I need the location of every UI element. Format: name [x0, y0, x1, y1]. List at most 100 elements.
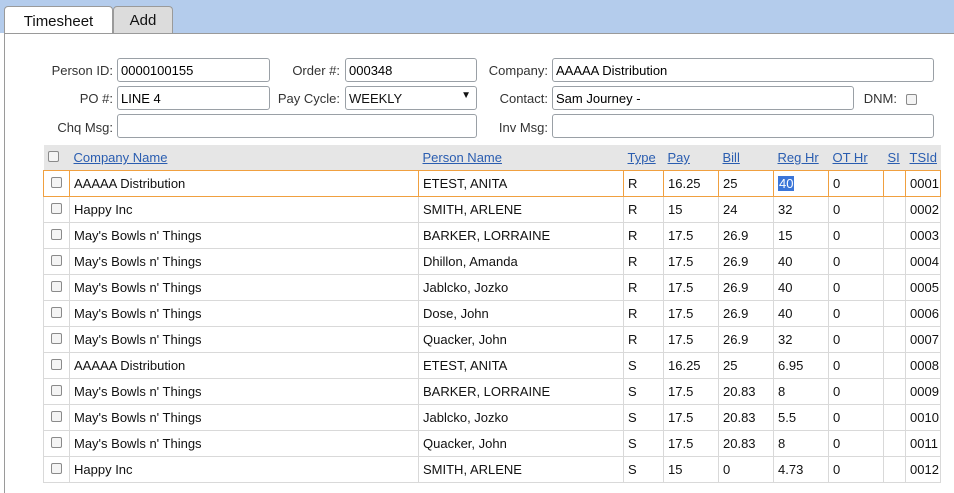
type-cell[interactable]: R — [623, 170, 664, 197]
company-cell[interactable]: AAAAA Distribution — [69, 352, 419, 379]
person-cell[interactable]: SMITH, ARLENE — [418, 456, 624, 483]
tab-timesheet[interactable]: Timesheet — [4, 6, 113, 35]
reg-hr-cell[interactable]: 6.95 — [773, 352, 829, 379]
bill-cell[interactable]: 26.9 — [718, 300, 774, 327]
pay-cell[interactable]: 17.5 — [663, 274, 719, 301]
company-field[interactable] — [552, 58, 934, 82]
reg-hr-cell[interactable]: 5.5 — [773, 404, 829, 431]
inv-msg-field[interactable] — [552, 114, 934, 138]
bill-cell[interactable]: 20.83 — [718, 404, 774, 431]
table-row[interactable]: May's Bowls n' Things Jablcko, Jozko S 17.5… — [43, 404, 941, 431]
type-cell[interactable]: S — [623, 404, 664, 431]
dnm-checkbox[interactable] — [906, 94, 917, 105]
person-cell[interactable]: ETEST, ANITA — [418, 352, 624, 379]
pay-cell[interactable]: 17.5 — [663, 222, 719, 249]
row-checkbox[interactable] — [51, 463, 62, 474]
bill-cell[interactable]: 26.9 — [718, 326, 774, 353]
tsid-cell[interactable]: 0011 — [905, 430, 941, 457]
row-checkbox[interactable] — [51, 307, 62, 318]
row-checkbox[interactable] — [51, 203, 62, 214]
si-cell[interactable] — [883, 404, 906, 431]
tsid-cell[interactable]: 0006 — [905, 300, 941, 327]
si-cell[interactable] — [883, 274, 906, 301]
ot-hr-cell[interactable]: 0 — [828, 326, 884, 353]
bill-cell[interactable]: 26.9 — [718, 222, 774, 249]
person-cell[interactable]: Dose, John — [418, 300, 624, 327]
person-cell[interactable]: ETEST, ANITA — [418, 170, 624, 197]
table-row[interactable]: May's Bowls n' Things Dhillon, Amanda R 17.… — [43, 248, 941, 275]
person-cell[interactable]: SMITH, ARLENE — [418, 196, 624, 223]
table-row[interactable]: Happy Inc SMITH, ARLENE R 15 24 32 0 0002 — [43, 196, 941, 223]
type-cell[interactable]: R — [623, 222, 664, 249]
col-header-tsid[interactable]: TSId — [905, 145, 941, 171]
si-cell[interactable] — [883, 430, 906, 457]
si-cell[interactable] — [883, 222, 906, 249]
pay-cell[interactable]: 17.5 — [663, 300, 719, 327]
bill-cell[interactable]: 26.9 — [718, 274, 774, 301]
ot-hr-cell[interactable]: 0 — [828, 404, 884, 431]
person-cell[interactable]: BARKER, LORRAINE — [418, 222, 624, 249]
ot-hr-cell[interactable]: 0 — [828, 170, 884, 197]
table-row[interactable]: May's Bowls n' Things Jablcko, Jozko R 17.5… — [43, 274, 941, 301]
pay-cell[interactable]: 17.5 — [663, 378, 719, 405]
company-cell[interactable]: AAAAA Distribution — [69, 170, 419, 197]
type-cell[interactable]: R — [623, 196, 664, 223]
tsid-cell[interactable]: 0009 — [905, 378, 941, 405]
bill-cell[interactable]: 25 — [718, 352, 774, 379]
pay-cell[interactable]: 17.5 — [663, 404, 719, 431]
col-header-si[interactable]: SI — [883, 145, 906, 171]
pay-cell[interactable]: 17.5 — [663, 326, 719, 353]
tsid-cell[interactable]: 0004 — [905, 248, 941, 275]
table-row[interactable]: AAAAA Distribution ETEST, ANITA S 16.25 25 6.… — [43, 352, 941, 379]
person-id-field[interactable] — [117, 58, 270, 82]
type-cell[interactable]: R — [623, 300, 664, 327]
type-cell[interactable]: R — [623, 274, 664, 301]
type-cell[interactable]: R — [623, 326, 664, 353]
table-row[interactable]: AAAAA Distribution ETEST, ANITA R 16.25 25 40… — [43, 170, 941, 197]
pay-cycle-select[interactable]: WEEKLY ▼ — [345, 86, 477, 110]
col-header-pay[interactable]: Pay — [663, 145, 719, 171]
si-cell[interactable] — [883, 170, 906, 197]
pay-cell[interactable]: 15 — [663, 456, 719, 483]
si-cell[interactable] — [883, 352, 906, 379]
si-cell[interactable] — [883, 378, 906, 405]
si-cell[interactable] — [883, 456, 906, 483]
company-cell[interactable]: May's Bowls n' Things — [69, 248, 419, 275]
ot-hr-cell[interactable]: 0 — [828, 430, 884, 457]
reg-hr-cell[interactable]: 8 — [773, 430, 829, 457]
pay-cell[interactable]: 17.5 — [663, 248, 719, 275]
reg-hr-cell[interactable]: 40 — [773, 248, 829, 275]
person-cell[interactable]: Quacker, John — [418, 326, 624, 353]
ot-hr-cell[interactable]: 0 — [828, 274, 884, 301]
chq-msg-field[interactable] — [117, 114, 477, 138]
company-cell[interactable]: May's Bowls n' Things — [69, 404, 419, 431]
company-cell[interactable]: May's Bowls n' Things — [69, 300, 419, 327]
company-cell[interactable]: Happy Inc — [69, 456, 419, 483]
ot-hr-cell[interactable]: 0 — [828, 196, 884, 223]
tsid-cell[interactable]: 0012 — [905, 456, 941, 483]
reg-hr-cell[interactable]: 40 — [773, 300, 829, 327]
col-header-bill[interactable]: Bill — [718, 145, 774, 171]
pay-cell[interactable]: 17.5 — [663, 430, 719, 457]
row-checkbox[interactable] — [51, 255, 62, 266]
po-field[interactable] — [117, 86, 270, 110]
company-cell[interactable]: May's Bowls n' Things — [69, 274, 419, 301]
bill-cell[interactable]: 0 — [718, 456, 774, 483]
ot-hr-cell[interactable]: 0 — [828, 378, 884, 405]
pay-cell[interactable]: 16.25 — [663, 352, 719, 379]
person-cell[interactable]: Dhillon, Amanda — [418, 248, 624, 275]
si-cell[interactable] — [883, 326, 906, 353]
type-cell[interactable]: S — [623, 378, 664, 405]
ot-hr-cell[interactable]: 0 — [828, 300, 884, 327]
reg-hr-cell[interactable]: 32 — [773, 326, 829, 353]
company-cell[interactable]: May's Bowls n' Things — [69, 430, 419, 457]
si-cell[interactable] — [883, 248, 906, 275]
ot-hr-cell[interactable]: 0 — [828, 248, 884, 275]
company-cell[interactable]: May's Bowls n' Things — [69, 326, 419, 353]
table-row[interactable]: Happy Inc SMITH, ARLENE S 15 0 4.73 0 0012 — [43, 456, 941, 483]
reg-hr-cell[interactable]: 8 — [773, 378, 829, 405]
ot-hr-cell[interactable]: 0 — [828, 352, 884, 379]
col-header-person[interactable]: Person Name — [418, 145, 624, 171]
row-checkbox[interactable] — [51, 359, 62, 370]
contact-field[interactable] — [552, 86, 854, 110]
